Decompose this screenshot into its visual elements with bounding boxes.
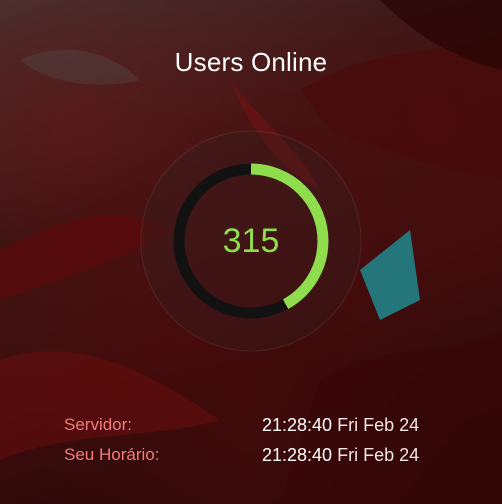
local-time-date: Fri Feb 24	[337, 444, 420, 465]
local-time-value: 21:28:40 Fri Feb 24	[262, 445, 419, 466]
users-online-widget: Users Online 315 Servidor: 21:28:40 Fri …	[0, 0, 502, 504]
server-time-date: Fri Feb 24	[337, 414, 420, 435]
local-time-row: Seu Horário: 21:28:40 Fri Feb 24	[64, 440, 444, 470]
server-time-label: Servidor:	[64, 415, 133, 434]
widget-title: Users Online	[174, 47, 328, 77]
time-panel: Servidor: 21:28:40 Fri Feb 24 Seu Horári…	[64, 410, 444, 470]
local-time-clock: 21:28:40	[262, 444, 333, 465]
server-time-row: Servidor: 21:28:40 Fri Feb 24	[64, 410, 444, 440]
local-time-label: Seu Horário:	[64, 445, 160, 464]
users-online-count: 315	[222, 222, 280, 260]
users-online-gauge: 315	[140, 130, 362, 352]
server-time-clock: 21:28:40	[262, 414, 333, 435]
server-time-value: 21:28:40 Fri Feb 24	[262, 415, 419, 436]
